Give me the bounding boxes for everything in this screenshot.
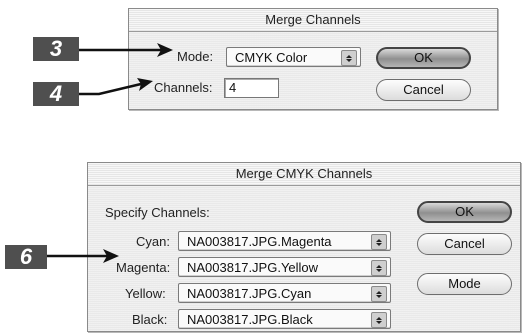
black-label: Black:	[132, 312, 168, 327]
popup-arrows-icon	[371, 260, 387, 276]
popup-arrows-icon	[371, 312, 387, 328]
magenta-channel-popup[interactable]: NA003817.JPG.Yellow	[178, 257, 391, 277]
step-3-callout: 3	[33, 37, 79, 61]
cancel-button[interactable]: Cancel	[376, 79, 471, 101]
black-channel-value: NA003817.JPG.Black	[187, 312, 313, 327]
magenta-label: Magenta:	[116, 260, 171, 275]
mode-label: Mode:	[177, 49, 214, 64]
dialog-title: Merge Channels	[129, 9, 497, 32]
cyan-label: Cyan:	[136, 234, 170, 249]
popup-arrows-icon	[341, 50, 357, 66]
mode-button[interactable]: Mode	[417, 273, 512, 295]
yellow-channel-value: NA003817.JPG.Cyan	[187, 286, 312, 301]
yellow-channel-popup[interactable]: NA003817.JPG.Cyan	[178, 283, 391, 303]
step-4-arrow-icon	[79, 78, 153, 96]
magenta-channel-value: NA003817.JPG.Yellow	[187, 260, 319, 275]
channels-field[interactable]: 4	[224, 78, 279, 98]
popup-arrows-icon	[371, 234, 387, 250]
step-3-arrow-icon	[79, 43, 173, 57]
mode-popup[interactable]: CMYK Color	[226, 47, 361, 67]
ok-button[interactable]: OK	[417, 201, 512, 223]
merge-channels-dialog: Merge Channels Mode: CMYK Color Channels…	[128, 8, 498, 110]
mode-popup-value: CMYK Color	[235, 50, 308, 65]
step-6-arrow-icon	[47, 249, 119, 263]
channels-label: Channels:	[154, 80, 213, 95]
cyan-channel-popup[interactable]: NA003817.JPG.Magenta	[178, 231, 391, 251]
black-channel-popup[interactable]: NA003817.JPG.Black	[178, 309, 391, 329]
yellow-label: Yellow:	[125, 286, 166, 301]
specify-channels-label: Specify Channels:	[105, 205, 210, 220]
cancel-button[interactable]: Cancel	[417, 233, 512, 255]
step-4-callout: 4	[33, 82, 79, 106]
merge-cmyk-channels-dialog: Merge CMYK Channels Specify Channels: Cy…	[87, 162, 521, 332]
cyan-channel-value: NA003817.JPG.Magenta	[187, 234, 332, 249]
step-6-callout: 6	[5, 245, 47, 269]
dialog-title: Merge CMYK Channels	[88, 163, 520, 186]
popup-arrows-icon	[371, 286, 387, 302]
ok-button[interactable]: OK	[376, 47, 471, 69]
